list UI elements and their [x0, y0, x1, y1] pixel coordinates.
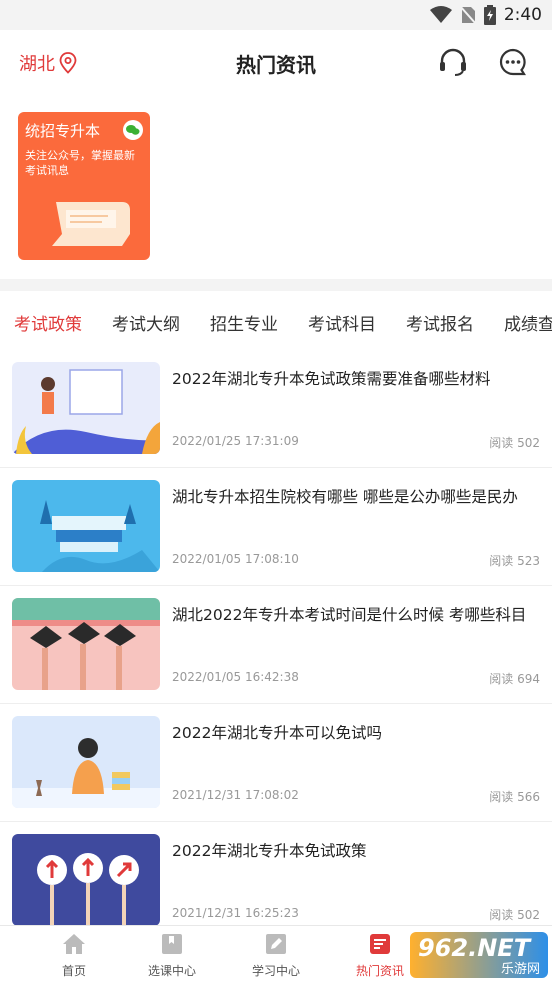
wifi-icon — [429, 6, 452, 23]
article-title: 湖北2022年专升本考试时间是什么时候 考哪些科目 — [172, 606, 527, 624]
article-thumbnail — [12, 716, 160, 808]
article-date: 2022/01/05 16:42:38 — [172, 670, 299, 684]
article-thumbnail — [12, 480, 160, 572]
article-read-count: 阅读 566 — [489, 790, 540, 804]
category-tabs: 考试政策 考试大纲 招生专业 考试科目 考试报名 成绩查 — [0, 298, 552, 344]
header: 湖北 热门资讯 — [0, 30, 552, 94]
article-thumbnail — [12, 598, 160, 690]
nav-course-center[interactable]: 选课中心 — [122, 926, 222, 984]
status-bar: 2:40 — [0, 0, 552, 30]
nav-home[interactable]: 首页 — [24, 926, 124, 984]
headset-icon[interactable] — [437, 46, 469, 78]
watermark-text: 乐游网 — [500, 962, 540, 977]
tab-majors[interactable]: 招生专业 — [210, 310, 278, 335]
banner-title: 统招专升本 — [25, 122, 101, 140]
article-date: 2022/01/25 17:31:09 — [172, 434, 299, 448]
site-watermark: 962.NET 乐游网 — [410, 932, 548, 978]
list-item[interactable]: 湖北专升本招生院校有哪些 哪些是公办哪些是民办 2022/01/05 17:08… — [0, 468, 552, 586]
status-time: 2:40 — [503, 5, 542, 25]
article-date: 2021/12/31 17:08:02 — [172, 788, 299, 802]
nav-home-label: 首页 — [61, 964, 86, 978]
list-item[interactable]: 2022年湖北专升本免试政策需要准备哪些材料 2022/01/25 17:31:… — [0, 350, 552, 468]
nav-course-center-label: 选课中心 — [147, 964, 196, 978]
banner-subtitle: 关注公众号，掌握最新考试讯息 — [25, 149, 135, 177]
tab-exam-syllabus[interactable]: 考试大纲 — [112, 310, 180, 335]
nav-study-center[interactable]: 学习中心 — [226, 926, 326, 984]
tab-score-query[interactable]: 成绩查 — [504, 310, 552, 335]
list-item[interactable]: 2022年湖北专升本免试政策 2021/12/31 16:25:23 阅读 50… — [0, 822, 552, 940]
article-read-count: 阅读 694 — [489, 672, 540, 686]
nav-study-center-label: 学习中心 — [251, 964, 300, 978]
article-date: 2021/12/31 16:25:23 — [172, 906, 299, 920]
list-item[interactable]: 湖北2022年专升本考试时间是什么时候 考哪些科目 2022/01/05 16:… — [0, 586, 552, 704]
edit-icon — [266, 934, 286, 954]
article-thumbnail — [12, 834, 160, 926]
message-icon[interactable] — [497, 46, 529, 78]
article-title: 2022年湖北专升本免试政策需要准备哪些材料 — [172, 370, 491, 388]
battery-icon — [483, 5, 496, 25]
tab-registration[interactable]: 考试报名 — [406, 310, 474, 335]
no-sim-icon — [459, 5, 476, 25]
tab-exam-subjects[interactable]: 考试科目 — [308, 310, 376, 335]
article-title: 湖北专升本招生院校有哪些 哪些是公办哪些是民办 — [172, 488, 518, 506]
article-read-count: 阅读 502 — [489, 436, 540, 450]
wechat-banner[interactable]: 统招专升本 关注公众号，掌握最新考试讯息 — [18, 112, 150, 260]
article-read-count: 阅读 502 — [489, 908, 540, 922]
page-title: 热门资讯 — [236, 53, 316, 77]
list-item[interactable]: 2022年湖北专升本可以免试吗 2021/12/31 17:08:02 阅读 5… — [0, 704, 552, 822]
wechat-icon — [123, 120, 143, 140]
article-thumbnail — [12, 362, 160, 454]
article-date: 2022/01/05 17:08:10 — [172, 552, 299, 566]
article-title: 2022年湖北专升本可以免试吗 — [172, 724, 382, 742]
book-icon — [162, 934, 182, 954]
tab-exam-policy[interactable]: 考试政策 — [14, 310, 82, 335]
article-read-count: 阅读 523 — [489, 554, 540, 568]
article-title: 2022年湖北专升本免试政策 — [172, 842, 367, 860]
home-icon — [63, 934, 85, 954]
section-divider — [0, 279, 552, 291]
news-icon — [370, 934, 390, 954]
article-list: 2022年湖北专升本免试政策需要准备哪些材料 2022/01/25 17:31:… — [0, 350, 552, 940]
document-illustration — [52, 202, 130, 246]
